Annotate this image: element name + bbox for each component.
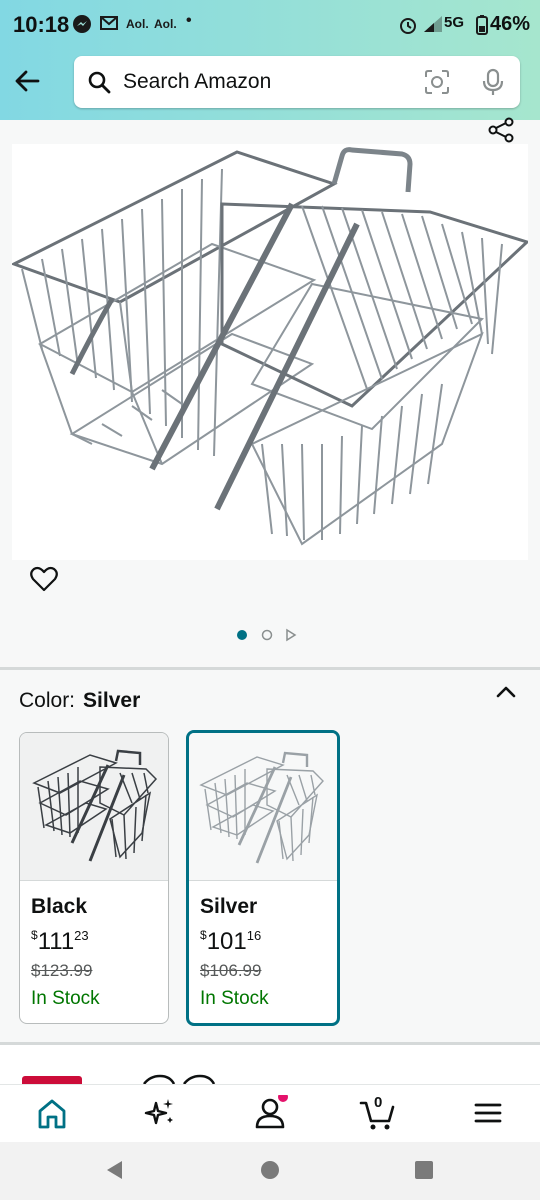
color-label-text: Color:: [19, 689, 76, 712]
notification-dot: [278, 1095, 288, 1102]
option-name: Silver: [200, 895, 258, 918]
battery-percent: 46%: [490, 13, 531, 35]
price-cents: 16: [246, 928, 262, 943]
network-type: 5G: [444, 14, 465, 31]
system-recents-icon[interactable]: [414, 1160, 434, 1180]
price-currency: $: [31, 928, 38, 942]
section-divider: [0, 1042, 540, 1045]
stock-status: In Stock: [200, 988, 269, 1009]
back-arrow-icon[interactable]: [12, 66, 42, 96]
price-whole: 101: [206, 928, 247, 955]
battery-icon: [476, 15, 488, 35]
price-currency: $: [200, 928, 207, 942]
user-icon[interactable]: [250, 1095, 290, 1131]
messenger-icon: [73, 15, 91, 33]
signal-icon: [424, 16, 442, 32]
swatch-image: [20, 733, 168, 881]
system-nav: [0, 1142, 540, 1200]
chevron-up-icon[interactable]: [494, 682, 518, 700]
aol-notification: Aol.: [126, 17, 149, 31]
search-input[interactable]: Search Amazon: [123, 70, 271, 94]
color-option-silver[interactable]: Silver $10116 $106.99 In Stock: [186, 730, 340, 1026]
more-notifications-dot: •: [186, 12, 192, 29]
system-home-icon[interactable]: [259, 1159, 281, 1181]
camera-lens-icon[interactable]: [424, 69, 450, 95]
option-price: $10116: [200, 928, 261, 956]
bottom-nav: [0, 1084, 540, 1142]
price-cents: 23: [74, 928, 89, 943]
price-partial: [143, 1074, 216, 1084]
heart-icon[interactable]: [30, 566, 58, 592]
list-price: $106.99: [200, 961, 262, 980]
silver-basket-thumbnail: [199, 751, 324, 864]
color-label: Color: Silver: [19, 689, 140, 713]
price-whole: 111: [37, 928, 75, 955]
status-bar: 10:18 Aol. Aol. • 5G 46%: [0, 0, 540, 52]
cart-count: 0: [374, 1094, 383, 1111]
gmail-icon: [100, 16, 118, 30]
system-back-icon[interactable]: [104, 1159, 124, 1181]
home-icon[interactable]: [32, 1095, 72, 1131]
selected-color: Silver: [83, 689, 141, 712]
stock-status: In Stock: [31, 988, 100, 1009]
option-price: $11123: [31, 928, 89, 956]
color-option-black[interactable]: Black $11123 $123.99 In Stock: [19, 732, 169, 1024]
search-bar[interactable]: Search Amazon: [74, 56, 520, 108]
microphone-icon[interactable]: [481, 68, 505, 96]
video-play-icon[interactable]: [286, 628, 297, 642]
alarm-icon: [400, 18, 416, 34]
search-icon: [88, 71, 111, 94]
image-pagination[interactable]: [236, 628, 306, 642]
aol-notification: Aol.: [154, 17, 177, 31]
list-price: $123.99: [31, 961, 93, 980]
sparkle-icon[interactable]: [140, 1095, 180, 1131]
deal-badge-partial: [22, 1076, 82, 1084]
swatch-image: [189, 733, 337, 881]
page-dot[interactable]: [261, 629, 273, 641]
menu-icon[interactable]: [468, 1095, 508, 1131]
status-time: 10:18: [13, 12, 70, 37]
wire-basket-image: [10, 147, 530, 546]
option-name: Black: [31, 895, 88, 918]
black-basket-thumbnail: [32, 749, 158, 862]
page-dot-active[interactable]: [237, 630, 247, 640]
product-image[interactable]: [10, 144, 530, 560]
share-icon[interactable]: [487, 117, 515, 143]
